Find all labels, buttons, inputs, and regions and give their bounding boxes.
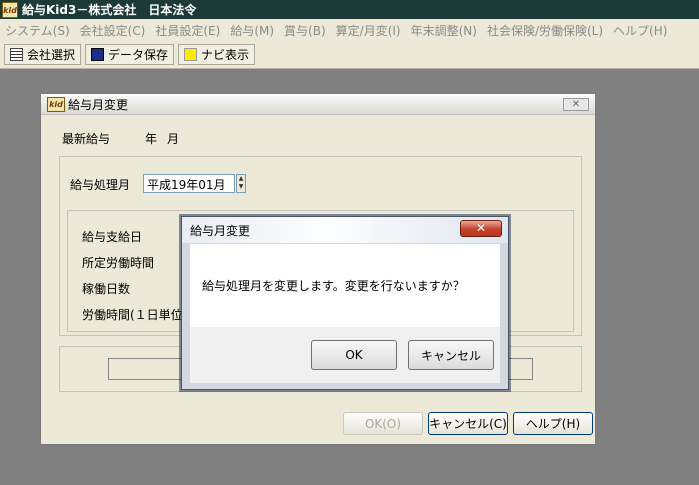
menu-calculation[interactable]: 算定/月変(I) [331, 22, 406, 39]
confirm-ok-button[interactable]: OK [311, 340, 397, 370]
app-icon: kid [2, 1, 18, 18]
spinner-up-icon[interactable]: ▲ [237, 175, 245, 183]
confirm-cancel-button[interactable]: キャンセル [408, 340, 494, 370]
confirm-title: 給与月変更 [190, 223, 251, 238]
menu-social-insurance[interactable]: 社会保険/労働保険(L) [482, 22, 608, 39]
window-titlebar: kid 給与Kid3－株式会社 日本法令 [0, 0, 699, 19]
company-select-button[interactable]: 会社選択 [4, 44, 82, 65]
process-month-label: 給与処理月 [70, 178, 131, 192]
month-spinner[interactable]: ▲ ▼ [236, 174, 246, 193]
confirm-close-icon[interactable]: ✕ [460, 220, 502, 237]
dialog-title: 給与月変更 [68, 97, 129, 112]
spinner-down-icon[interactable]: ▼ [237, 183, 245, 191]
confirm-footer: OK キャンセル [190, 327, 500, 383]
working-days-label: 稼働日数 [82, 282, 131, 296]
month-label: 月 [167, 132, 180, 146]
walking-person-icon [184, 48, 198, 61]
process-month-input[interactable]: 平成19年01月 [143, 174, 235, 193]
menu-bar: システム(S) 会社設定(C) 社員設定(E) 給与(M) 賞与(B) 算定/月… [0, 19, 699, 41]
dialog-titlebar: kid 給与月変更 [41, 94, 595, 115]
background-action-button-left[interactable] [108, 358, 188, 380]
scheduled-hours-label: 所定労働時間 [82, 256, 155, 270]
confirm-body: 給与処理月を変更します。変更を行ないますか？ [190, 244, 500, 327]
window-title: 給与Kid3－株式会社 日本法令 [22, 3, 197, 17]
confirm-message: 給与処理月を変更します。変更を行ないますか？ [202, 279, 465, 293]
pay-date-label: 給与支給日 [82, 230, 143, 244]
menu-salary[interactable]: 給与(M) [225, 22, 279, 39]
menu-company-settings[interactable]: 会社設定(C) [75, 22, 151, 39]
menu-system[interactable]: システム(S) [0, 22, 75, 39]
confirm-dialog: 給与月変更 ✕ 給与処理月を変更します。変更を行ないますか？ OK キャンセル [181, 216, 509, 390]
year-label: 年 [145, 132, 158, 146]
navi-display-label: ナビ表示 [201, 48, 250, 62]
latest-pay-label: 最新給与 [62, 132, 111, 146]
working-hours-label: 労働時間(１日単位 [82, 308, 183, 322]
company-select-label: 会社選択 [27, 48, 76, 62]
data-save-label: データ保存 [108, 48, 169, 62]
data-save-button[interactable]: データ保存 [85, 44, 175, 65]
menu-year-end[interactable]: 年末調整(N) [406, 22, 482, 39]
dialog-close-button[interactable]: ✕ [563, 98, 589, 111]
menu-bonus[interactable]: 賞与(B) [279, 22, 331, 39]
background-action-button-right[interactable] [507, 358, 533, 380]
ok-button[interactable]: OK(O) [343, 412, 423, 435]
company-icon [10, 48, 23, 61]
help-button[interactable]: ヘルプ(H) [513, 412, 593, 435]
menu-help[interactable]: ヘルプ(H) [608, 22, 672, 39]
menu-employee-settings[interactable]: 社員設定(E) [150, 22, 225, 39]
save-disk-icon [91, 48, 105, 61]
toolbar: 会社選択 データ保存 ナビ表示 [0, 41, 699, 69]
dialog-app-icon: kid [47, 96, 65, 112]
cancel-button[interactable]: キャンセル(C) [428, 412, 508, 435]
navi-display-button[interactable]: ナビ表示 [178, 44, 256, 65]
